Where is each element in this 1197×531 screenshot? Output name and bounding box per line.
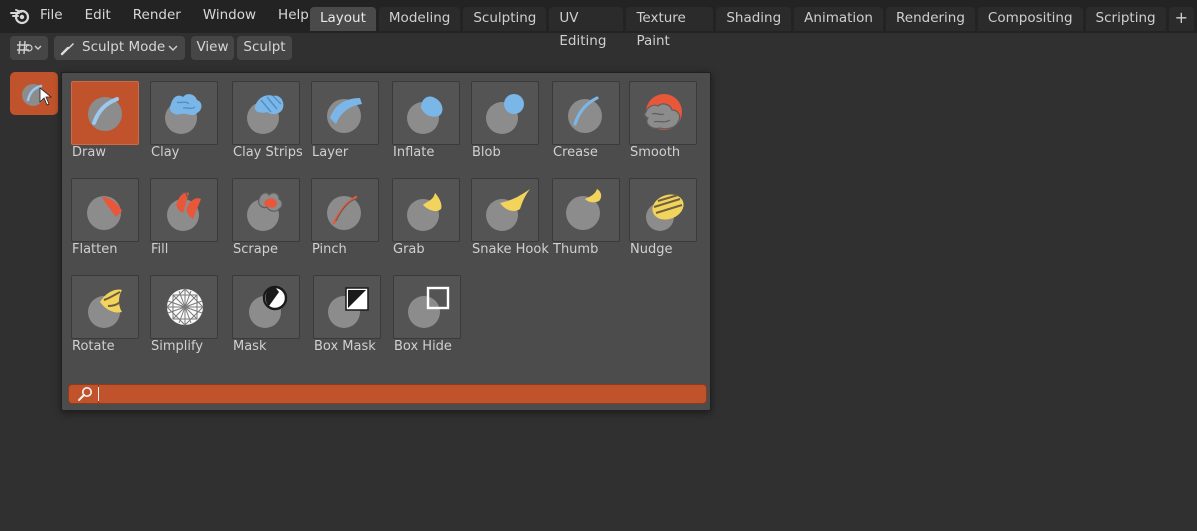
- tool-label: Pinch: [312, 242, 347, 257]
- mouse-cursor-icon: [39, 87, 52, 106]
- crease-brush-icon: [552, 81, 620, 145]
- tool-label: Blob: [472, 145, 501, 160]
- snake-hook-brush-icon: [471, 178, 539, 242]
- tool-label: Smooth: [630, 145, 681, 160]
- tool-label: Fill: [151, 242, 169, 257]
- tab-texture-paint[interactable]: Texture Paint: [626, 7, 714, 49]
- mode-label: Sculpt Mode: [82, 39, 166, 55]
- view-menu-button[interactable]: View: [191, 36, 234, 60]
- tool-label: Box Hide: [394, 339, 452, 354]
- thumb-brush-icon: [552, 178, 620, 242]
- nudge-brush-icon: [629, 178, 697, 242]
- text-cursor: [98, 387, 99, 401]
- tool-label: Snake Hook: [472, 242, 549, 257]
- editor-type-icon: [17, 40, 42, 55]
- rotate-brush-icon: [71, 275, 139, 339]
- tab-rendering[interactable]: Rendering: [885, 7, 975, 31]
- clay-strips-brush-icon: [232, 81, 300, 145]
- tool-label: Draw: [72, 145, 106, 160]
- tool-label: Layer: [312, 145, 349, 160]
- editor-type-button[interactable]: [10, 36, 48, 60]
- tool-label: Simplify: [151, 339, 204, 354]
- tool-label: Clay: [151, 145, 180, 160]
- menu-window[interactable]: Window: [192, 0, 267, 33]
- blob-brush-icon: [471, 81, 539, 145]
- mask-brush-icon: [232, 275, 300, 339]
- tool-label: Inflate: [393, 145, 435, 160]
- tab-compositing[interactable]: Compositing: [977, 7, 1083, 31]
- layer-brush-icon: [311, 81, 379, 145]
- tool-label: Thumb: [553, 242, 599, 257]
- tab-modeling[interactable]: Modeling: [378, 7, 461, 31]
- pinch-brush-icon: [311, 178, 379, 242]
- flatten-brush-icon: [71, 178, 139, 242]
- box-mask-icon: [313, 275, 381, 339]
- menu-render[interactable]: Render: [122, 0, 192, 33]
- tab-uv-editing[interactable]: UV Editing: [549, 7, 624, 49]
- tool-label: Clay Strips: [233, 145, 303, 160]
- tab-shading[interactable]: Shading: [716, 7, 792, 31]
- clay-brush-icon: [150, 81, 218, 145]
- tab-animation[interactable]: Animation: [794, 7, 883, 31]
- tab-layout[interactable]: Layout: [310, 7, 376, 31]
- brush-tool-popup: Draw Clay Clay Strips Layer Inflate Blob: [61, 72, 711, 411]
- simplify-brush-icon: [150, 275, 218, 339]
- menu-file[interactable]: File: [40, 0, 74, 33]
- smooth-brush-icon: [629, 81, 697, 145]
- tool-label: Rotate: [72, 339, 115, 354]
- blender-logo-icon[interactable]: [10, 7, 30, 25]
- tab-sculpting[interactable]: Sculpting: [463, 7, 547, 31]
- tool-label: Mask: [233, 339, 267, 354]
- active-tool-button[interactable]: [10, 72, 58, 115]
- top-bar: File Edit Render Window Help Layout Mode…: [0, 0, 1197, 49]
- tool-label: Grab: [393, 242, 425, 257]
- search-icon: [78, 387, 92, 401]
- chevron-down-icon: [168, 45, 178, 51]
- sculpt-menu-button[interactable]: Sculpt: [237, 36, 292, 60]
- tool-label: Box Mask: [314, 339, 376, 354]
- workspace-tabs: Layout Modeling Sculpting UV Editing Tex…: [310, 7, 1197, 49]
- main-menu: File Edit Render Window Help: [40, 0, 320, 33]
- draw-brush-icon: [71, 81, 139, 145]
- tool-label: Nudge: [630, 242, 673, 257]
- fill-brush-icon: [150, 178, 218, 242]
- tool-label: Crease: [553, 145, 598, 160]
- tab-scripting[interactable]: Scripting: [1085, 7, 1166, 31]
- sculpt-brush-icon: [60, 43, 74, 56]
- box-hide-icon: [393, 275, 461, 339]
- menu-edit[interactable]: Edit: [74, 0, 122, 33]
- tool-label: Flatten: [72, 242, 118, 257]
- mode-dropdown[interactable]: Sculpt Mode: [54, 36, 185, 60]
- draw-brush-icon: [22, 84, 52, 106]
- tool-label: Scrape: [233, 242, 278, 257]
- inflate-brush-icon: [392, 81, 460, 145]
- chevron-down-icon: [34, 45, 42, 50]
- grab-brush-icon: [392, 178, 460, 242]
- add-workspace-button[interactable]: +: [1168, 7, 1194, 31]
- tool-search-input[interactable]: [68, 384, 707, 404]
- scrape-brush-icon: [232, 178, 300, 242]
